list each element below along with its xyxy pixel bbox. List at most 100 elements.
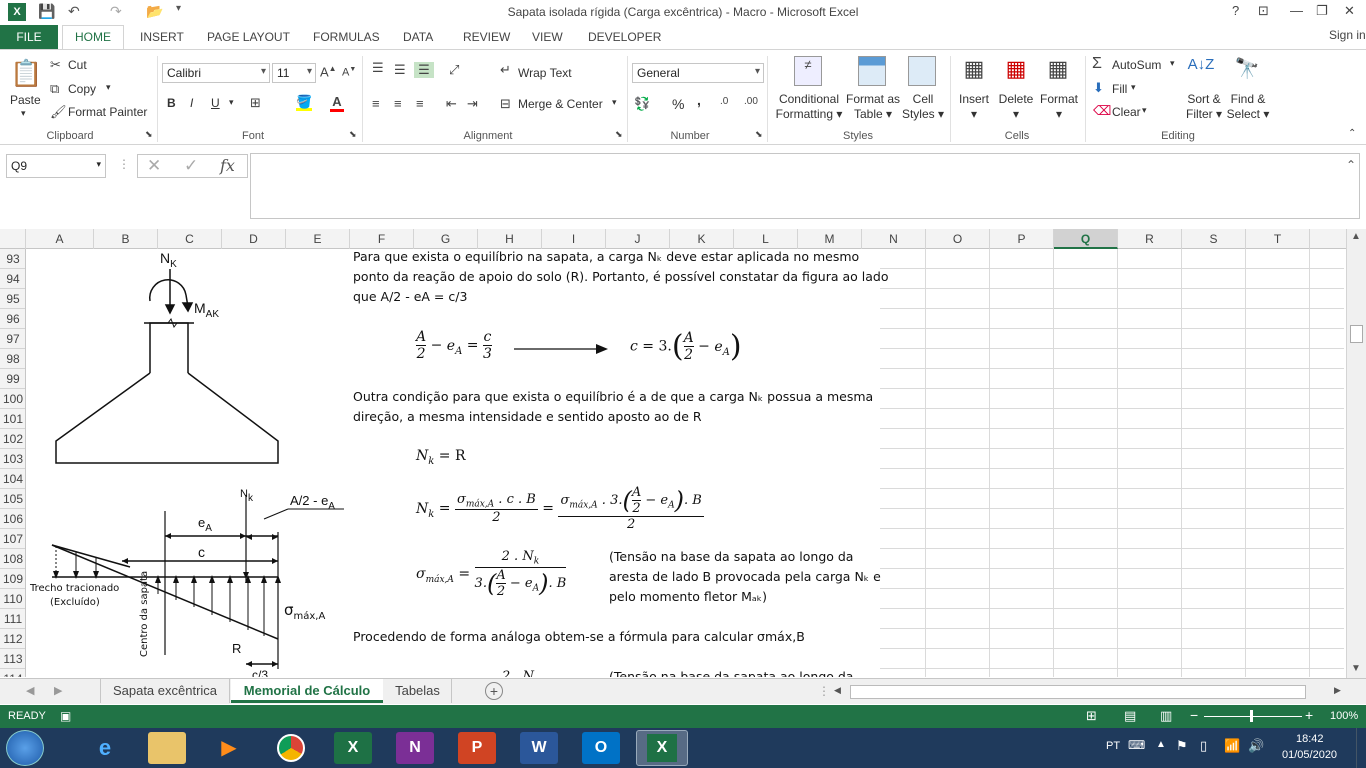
row-header-95[interactable]: 95 [0, 289, 25, 309]
autosum-icon[interactable]: Σ [1092, 55, 1102, 73]
column-header-c[interactable]: C [158, 229, 222, 249]
find-select-button[interactable]: Find & Select ▾ [1224, 92, 1272, 122]
hscroll-right-icon[interactable]: ▶ [1334, 685, 1341, 696]
increase-decimal-icon[interactable]: .0 [720, 96, 728, 107]
format-cells-button[interactable]: Format ▾ [1037, 92, 1081, 122]
row-header-96[interactable]: 96 [0, 309, 25, 329]
row-header-107[interactable]: 107 [0, 529, 25, 549]
row-header-103[interactable]: 103 [0, 449, 25, 469]
row-header-104[interactable]: 104 [0, 469, 25, 489]
taskbar-excel-icon[interactable]: X [334, 732, 372, 764]
format-as-table-icon[interactable] [858, 56, 886, 86]
format-painter-button[interactable]: Format Painter [68, 105, 147, 119]
paste-icon[interactable]: 📋 [10, 58, 42, 90]
show-desktop-button[interactable] [1356, 728, 1366, 768]
cut-button[interactable]: Cut [68, 58, 87, 72]
increase-indent-icon[interactable]: ⇥ [467, 96, 478, 112]
sheet-tab-tabelas[interactable]: Tabelas [384, 679, 452, 703]
select-all-button[interactable] [0, 229, 26, 249]
start-button[interactable] [6, 730, 44, 766]
tray-flag-icon[interactable]: ⚑ [1176, 738, 1188, 754]
row-header-99[interactable]: 99 [0, 369, 25, 389]
taskbar-explorer-icon[interactable] [148, 732, 186, 764]
sheet-next-icon[interactable]: ▶ [54, 684, 62, 697]
tab-view[interactable]: VIEW [532, 30, 563, 44]
row-header-101[interactable]: 101 [0, 409, 25, 429]
column-header-t[interactable]: T [1246, 229, 1310, 249]
column-header-h[interactable]: H [478, 229, 542, 249]
scroll-down-icon[interactable]: ▼ [1351, 663, 1361, 674]
italic-button[interactable]: I [190, 96, 193, 110]
tray-lang[interactable]: PT [1106, 740, 1120, 752]
wrap-text-button[interactable]: Wrap Text [518, 66, 572, 80]
row-header-94[interactable]: 94 [0, 269, 25, 289]
cut-icon[interactable]: ✂ [50, 57, 61, 73]
row-header-114[interactable]: 114 [0, 669, 25, 677]
accounting-format-icon[interactable]: 💱 [634, 96, 650, 112]
delete-cells-button[interactable]: Delete ▾ [996, 92, 1036, 122]
row-header-110[interactable]: 110 [0, 589, 25, 609]
column-header-g[interactable]: G [414, 229, 478, 249]
tray-time[interactable]: 18:42 [1296, 733, 1324, 745]
tray-date[interactable]: 01/05/2020 [1282, 749, 1337, 761]
decrease-decimal-icon[interactable]: .00 [744, 96, 758, 107]
tab-review[interactable]: REVIEW [463, 30, 510, 44]
increase-font-icon[interactable]: A▲ [320, 64, 337, 79]
number-format-select[interactable]: General [632, 63, 764, 83]
zoom-slider-thumb[interactable] [1250, 710, 1253, 722]
font-color-icon[interactable]: A [330, 94, 344, 112]
align-center-icon[interactable]: ≡ [394, 96, 402, 111]
bold-button[interactable]: B [167, 96, 176, 110]
row-header-108[interactable]: 108 [0, 549, 25, 569]
column-header-e[interactable]: E [286, 229, 350, 249]
conditional-formatting-icon[interactable]: ≠ [794, 56, 822, 86]
taskbar-ie-icon[interactable]: e [86, 732, 124, 764]
column-header-p[interactable]: P [990, 229, 1054, 249]
decrease-indent-icon[interactable]: ⇤ [446, 96, 457, 112]
column-header-i[interactable]: I [542, 229, 606, 249]
paste-dropdown-icon[interactable]: ▾ [21, 108, 26, 119]
autosum-dropdown-icon[interactable]: ▾ [1170, 58, 1175, 69]
normal-view-icon[interactable]: ⊞ [1086, 708, 1097, 724]
collapse-ribbon-icon[interactable]: ⌃ [1348, 128, 1356, 139]
insert-cells-button[interactable]: Insert ▾ [955, 92, 993, 122]
borders-icon[interactable]: ⊞ [250, 95, 261, 111]
tray-volume-icon[interactable]: 🔊 [1248, 738, 1264, 754]
sheet-tab-memorial[interactable]: Memorial de Cálculo [231, 679, 383, 703]
collapse-formula-bar-icon[interactable]: ⌃ [1346, 158, 1356, 172]
tab-formulas[interactable]: FORMULAS [313, 30, 380, 44]
page-break-view-icon[interactable]: ▥ [1160, 708, 1172, 724]
clear-button[interactable]: Clear [1112, 105, 1141, 119]
row-header-93[interactable]: 93 [0, 249, 25, 269]
worksheet-grid[interactable]: NK MAK Nk A/2 - eA eA c Trecho tracionad… [26, 249, 1344, 677]
tray-network-icon[interactable]: 📶 [1224, 738, 1240, 754]
column-header-l[interactable]: L [734, 229, 798, 249]
align-left-icon[interactable]: ≡ [372, 96, 380, 111]
formula-input[interactable] [250, 153, 1360, 219]
close-icon[interactable]: ✕ [1344, 3, 1355, 19]
zoom-slider[interactable] [1204, 716, 1302, 717]
align-top-icon[interactable]: ☰ [372, 60, 384, 76]
column-header-j[interactable]: J [606, 229, 670, 249]
percent-button[interactable]: % [672, 96, 684, 112]
column-header-q[interactable]: Q [1054, 229, 1118, 249]
column-header-d[interactable]: D [222, 229, 286, 249]
format-cells-icon[interactable]: ▦ [1044, 56, 1072, 86]
format-painter-icon[interactable]: 🖌 [50, 104, 67, 120]
zoom-out-icon[interactable]: − [1190, 707, 1198, 723]
tab-page-layout[interactable]: PAGE LAYOUT [207, 30, 290, 44]
column-header-o[interactable]: O [926, 229, 990, 249]
taskbar-onenote-icon[interactable]: N [396, 732, 434, 764]
ribbon-display-icon[interactable]: ⊡ [1258, 3, 1269, 19]
horizontal-scrollbar[interactable] [850, 685, 1306, 699]
column-header-f[interactable]: F [350, 229, 414, 249]
row-header-113[interactable]: 113 [0, 649, 25, 669]
column-header-n[interactable]: N [862, 229, 926, 249]
align-right-icon[interactable]: ≡ [416, 96, 424, 111]
tray-expand-icon[interactable]: ▲ [1156, 739, 1166, 750]
clear-dropdown-icon[interactable]: ▾ [1142, 105, 1147, 116]
tab-developer[interactable]: DEVELOPER [588, 30, 661, 44]
merge-center-icon[interactable]: ⊟ [500, 96, 511, 112]
row-header-105[interactable]: 105 [0, 489, 25, 509]
underline-dropdown-icon[interactable]: ▾ [229, 97, 234, 108]
